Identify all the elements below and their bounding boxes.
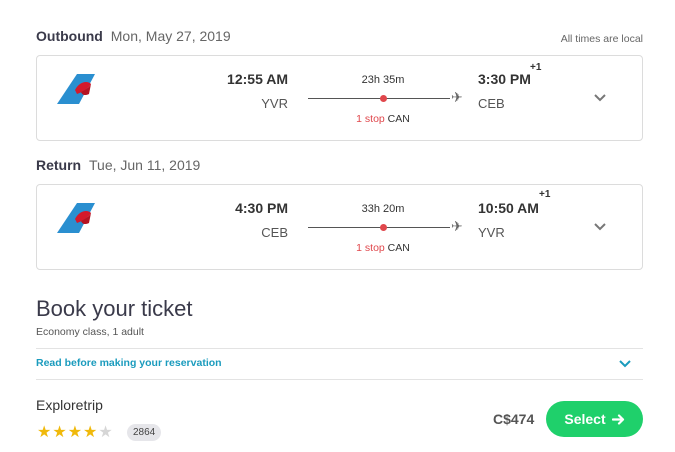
- return-header: Return Tue, Jun 11, 2019: [36, 157, 200, 173]
- outbound-route-line: [308, 98, 450, 99]
- outbound-stop-count: 1 stop: [356, 113, 385, 125]
- star-icon: ★: [98, 424, 113, 441]
- return-label: Return: [36, 157, 82, 173]
- airline-logo: [57, 203, 95, 233]
- star-icon: ★: [83, 424, 98, 441]
- star-icon: ★: [52, 424, 67, 441]
- select-button[interactable]: Select: [546, 401, 643, 437]
- chevron-down-icon[interactable]: [619, 360, 631, 368]
- outbound-arrival-code: CEB: [478, 96, 505, 111]
- outbound-departure-code: YVR: [261, 96, 288, 111]
- outbound-stop-code: CAN: [387, 113, 410, 125]
- divider: [36, 348, 643, 349]
- airplane-icon: ✈: [451, 218, 463, 234]
- outbound-stops: 1 stop CAN: [308, 113, 458, 125]
- return-stop-code: CAN: [387, 242, 410, 254]
- price: C$474: [493, 411, 535, 427]
- chevron-down-icon[interactable]: [594, 94, 606, 102]
- return-duration: 33h 20m: [361, 203, 405, 215]
- reservation-info-link[interactable]: Read before making your reservation: [36, 357, 222, 369]
- outbound-label: Outbound: [36, 28, 103, 44]
- airplane-icon: ✈: [451, 89, 463, 105]
- return-stops: 1 stop CAN: [308, 242, 458, 254]
- outbound-duration: 23h 35m: [361, 74, 405, 86]
- airline-logo: [57, 74, 95, 104]
- return-route-line: [308, 227, 450, 228]
- outbound-date: Mon, May 27, 2019: [110, 28, 231, 44]
- arrow-right-icon: [611, 413, 624, 425]
- return-day-offset: +1: [539, 189, 551, 200]
- divider: [36, 379, 643, 380]
- book-subtitle: Economy class, 1 adult: [36, 326, 144, 338]
- return-arrival-code: YVR: [478, 225, 505, 240]
- outbound-day-offset: +1: [530, 62, 542, 73]
- star-icon: ★: [67, 424, 83, 441]
- chevron-down-icon[interactable]: [594, 223, 606, 231]
- return-departure-time: 4:30 PM: [235, 200, 288, 216]
- return-departure-code: CEB: [261, 225, 288, 240]
- outbound-departure-time: 12:55 AM: [227, 71, 288, 87]
- select-button-label: Select: [564, 411, 606, 427]
- times-note: All times are local: [560, 33, 643, 45]
- return-flight-card[interactable]: 4:30 PM CEB 33h 20m ✈ 1 stop CAN 10:50 A…: [36, 184, 643, 270]
- rating-stars: ★ ★ ★ ★ ★: [37, 424, 113, 442]
- star-icon: ★: [37, 424, 52, 441]
- outbound-flight-card[interactable]: 12:55 AM YVR 23h 35m ✈ 1 stop CAN 3:30 P…: [36, 55, 643, 141]
- outbound-stop-dot: [380, 95, 387, 102]
- return-stop-dot: [380, 224, 387, 231]
- review-count-badge: 2864: [127, 424, 162, 441]
- outbound-header: Outbound Mon, May 27, 2019: [36, 28, 231, 44]
- return-date: Tue, Jun 11, 2019: [89, 157, 201, 173]
- outbound-arrival-time: 3:30 PM: [478, 71, 531, 87]
- book-title: Book your ticket: [36, 296, 193, 321]
- provider-name: Exploretrip: [36, 397, 103, 413]
- return-stop-count: 1 stop: [356, 242, 385, 254]
- return-arrival-time: 10:50 AM: [478, 200, 539, 216]
